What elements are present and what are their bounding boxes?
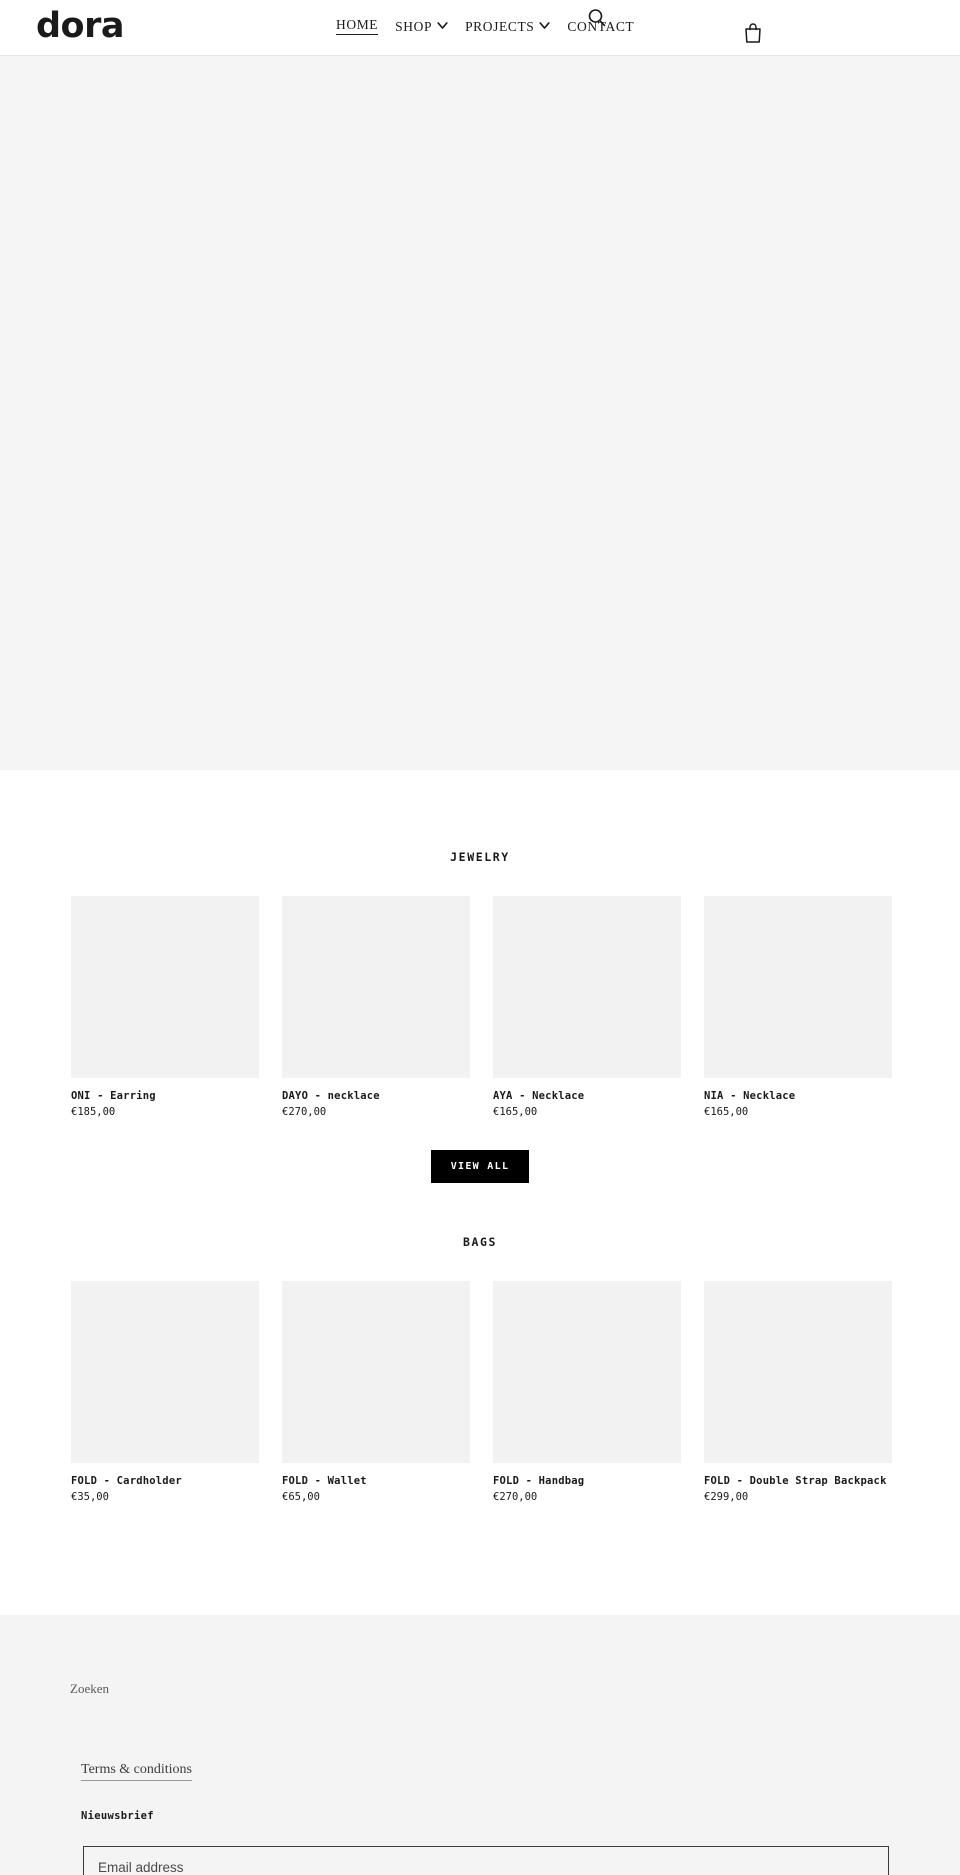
collection-title: JEWELRY [450,850,510,864]
product-price: €270,00 [493,1491,538,1503]
product-price: €165,00 [704,1106,749,1118]
collection-section: BAGS FOLD - Cardholder €35,00 FOLD - Wallet… [0,1183,960,1503]
product-title: FOLD - Cardholder [71,1475,182,1487]
product-price: €165,00 [493,1106,538,1118]
view-all-wrapper: VIEW ALL [0,1150,960,1183]
product-image[interactable] [704,1281,892,1463]
nav-item-label: PROJECTS [465,18,535,34]
product-image[interactable] [282,1281,470,1463]
product-card[interactable]: FOLD - Handbag €270,00 [493,1281,681,1503]
footer-terms-link[interactable]: Terms & conditions [81,1762,193,1781]
product-grid: FOLD - Cardholder €35,00 FOLD - Wallet €65,… [0,1281,960,1503]
product-price: €299,00 [704,1491,749,1503]
newsletter-title: Nieuwsbrief [81,1810,154,1822]
product-image[interactable] [282,896,470,1078]
nav-item-projects[interactable]: PROJECTS [465,18,551,34]
search-icon[interactable] [586,7,608,29]
collections-area: JEWELRY ONI - Earring €185,00 DAYO - neckla… [0,770,960,1503]
chevron-down-icon[interactable] [539,20,551,31]
product-price: €65,00 [282,1491,320,1503]
product-card[interactable]: FOLD - Double Strap Backpack €299,00 [704,1281,892,1503]
view-all-button[interactable]: VIEW ALL [430,1150,530,1183]
site-footer [0,1615,960,1875]
product-image[interactable] [493,1281,681,1463]
nav-item-shop[interactable]: SHOP [395,18,448,34]
product-image[interactable] [71,1281,259,1463]
footer-search-link[interactable]: Zoeken [70,1681,109,1697]
product-image[interactable] [71,896,259,1078]
hero-banner[interactable] [0,56,960,770]
newsletter-email-input[interactable] [83,1846,889,1875]
product-price: €185,00 [71,1106,116,1118]
nav-item-label: HOME [336,18,379,35]
product-title: NIA - Necklace [704,1090,796,1102]
product-card[interactable]: ONI - Earring €185,00 [71,896,259,1118]
product-price: €270,00 [282,1106,327,1118]
product-card[interactable]: AYA - Necklace €165,00 [493,896,681,1118]
product-card[interactable]: FOLD - Wallet €65,00 [282,1281,470,1503]
site-logo[interactable]: dora [36,6,124,46]
product-grid: ONI - Earring €185,00 DAYO - necklace €270,… [0,896,960,1118]
product-image[interactable] [493,896,681,1078]
page-root: dora HOME SHOP PROJECTS CONTACT JEWELRY ONI … [0,0,960,1875]
product-title: ONI - Earring [71,1090,156,1102]
collection-title: BAGS [462,1235,498,1249]
product-title: DAYO - necklace [282,1090,380,1102]
product-title: FOLD - Wallet [282,1475,367,1487]
shopping-bag-icon[interactable] [743,22,763,44]
product-card[interactable]: DAYO - necklace €270,00 [282,896,470,1118]
collection-section: JEWELRY ONI - Earring €185,00 DAYO - neckla… [0,770,960,1183]
nav-item-label: SHOP [395,18,433,34]
product-title: AYA - Necklace [493,1090,585,1102]
product-title: FOLD - Double Strap Backpack [704,1475,887,1487]
site-header: dora HOME SHOP PROJECTS CONTACT [0,0,960,56]
product-card[interactable]: FOLD - Cardholder €35,00 [71,1281,259,1503]
chevron-down-icon[interactable] [437,20,448,31]
product-image[interactable] [704,896,892,1078]
product-title: FOLD - Handbag [493,1475,585,1487]
product-price: €35,00 [71,1491,109,1503]
product-card[interactable]: NIA - Necklace €165,00 [704,896,892,1118]
nav-item-home[interactable]: HOME [336,18,379,35]
